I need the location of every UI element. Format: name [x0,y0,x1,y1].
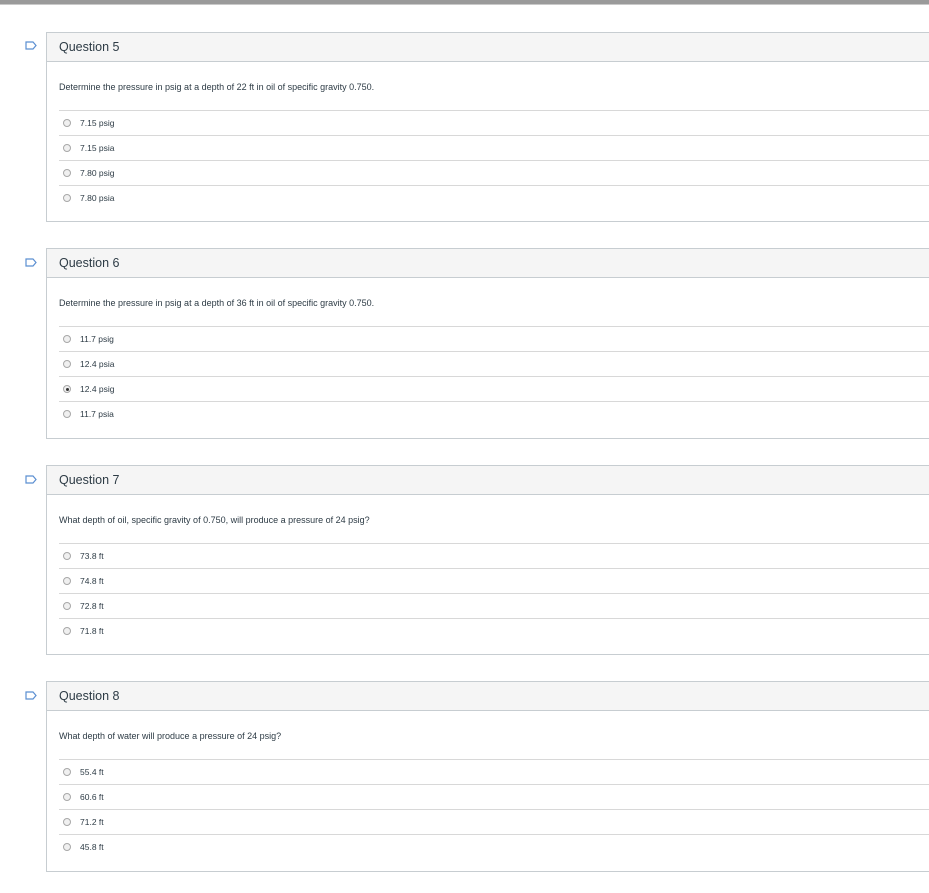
answer-label: 11.7 psig [80,334,114,344]
radio-button[interactable] [63,843,71,851]
radio-button[interactable] [63,602,71,610]
top-bar [0,0,929,5]
answer-list: 7.15 psig 7.15 psia 7.80 psig 7.80 psia [59,110,929,210]
answer-label: 12.4 psia [80,359,115,369]
answer-option[interactable]: 74.8 ft [59,569,929,594]
question-text: What depth of oil, specific gravity of 0… [59,515,370,525]
radio-button[interactable] [63,577,71,585]
answer-list: 55.4 ft 60.6 ft 71.2 ft 45.8 ft [59,759,929,859]
answer-option[interactable]: 72.8 ft [59,594,929,619]
question-title: Question 5 [59,40,120,54]
answer-option[interactable]: 60.6 ft [59,785,929,810]
question-header: Question 8 [47,682,929,711]
answer-label: 7.80 psia [80,193,115,203]
flag-question-icon[interactable] [25,691,37,700]
answer-option[interactable]: 7.15 psig [59,111,929,136]
radio-button[interactable] [63,768,71,776]
answer-label: 72.8 ft [80,601,104,611]
answer-label: 60.6 ft [80,792,104,802]
question-text: Determine the pressure in psig at a dept… [59,298,375,308]
question-card: Question 8 What depth of water will prod… [46,681,929,872]
answer-label: 74.8 ft [80,576,104,586]
answer-option[interactable]: 12.4 psia [59,352,929,377]
question-card: Question 6 Determine the pressure in psi… [46,248,929,439]
question-text: What depth of water will produce a press… [59,731,282,741]
question-header: Question 5 [47,33,929,62]
answer-list: 11.7 psig 12.4 psia 12.4 psig 11.7 psia [59,326,929,426]
answer-option[interactable]: 7.80 psia [59,186,929,210]
answer-option[interactable]: 12.4 psig [59,377,929,402]
radio-button[interactable] [63,360,71,368]
answer-option[interactable]: 7.80 psig [59,161,929,186]
radio-button-selected[interactable] [63,385,71,393]
radio-button[interactable] [63,119,71,127]
radio-button[interactable] [63,194,71,202]
question-title: Question 7 [59,473,120,487]
answer-label: 71.8 ft [80,626,104,636]
flag-question-icon[interactable] [25,41,37,50]
radio-button[interactable] [63,410,71,418]
question-header: Question 6 [47,249,929,278]
radio-button[interactable] [63,144,71,152]
answer-label: 7.15 psia [80,143,115,153]
radio-button[interactable] [63,552,71,560]
flag-question-icon[interactable] [25,475,37,484]
answer-option[interactable]: 45.8 ft [59,835,929,859]
answer-option[interactable]: 7.15 psia [59,136,929,161]
question-text: Determine the pressure in psig at a dept… [59,82,375,92]
answer-option[interactable]: 71.8 ft [59,619,929,643]
answer-label: 45.8 ft [80,842,104,852]
flag-question-icon[interactable] [25,258,37,267]
answer-label: 12.4 psig [80,384,115,394]
radio-button[interactable] [63,335,71,343]
answer-option[interactable]: 71.2 ft [59,810,929,835]
radio-button[interactable] [63,818,71,826]
radio-button[interactable] [63,793,71,801]
question-card: Question 5 Determine the pressure in psi… [46,32,929,222]
question-title: Question 6 [59,256,120,270]
answer-label: 71.2 ft [80,817,104,827]
answer-label: 7.80 psig [80,168,115,178]
answer-option[interactable]: 11.7 psia [59,402,929,426]
question-card: Question 7 What depth of oil, specific g… [46,465,929,655]
radio-button[interactable] [63,169,71,177]
answer-label: 55.4 ft [80,767,104,777]
radio-button[interactable] [63,627,71,635]
answer-label: 11.7 psia [80,409,114,419]
answer-list: 73.8 ft 74.8 ft 72.8 ft 71.8 ft [59,543,929,643]
answer-option[interactable]: 55.4 ft [59,760,929,785]
question-header: Question 7 [47,466,929,495]
answer-label: 7.15 psig [80,118,115,128]
answer-option[interactable]: 11.7 psig [59,327,929,352]
answer-label: 73.8 ft [80,551,104,561]
answer-option[interactable]: 73.8 ft [59,544,929,569]
question-title: Question 8 [59,689,120,703]
